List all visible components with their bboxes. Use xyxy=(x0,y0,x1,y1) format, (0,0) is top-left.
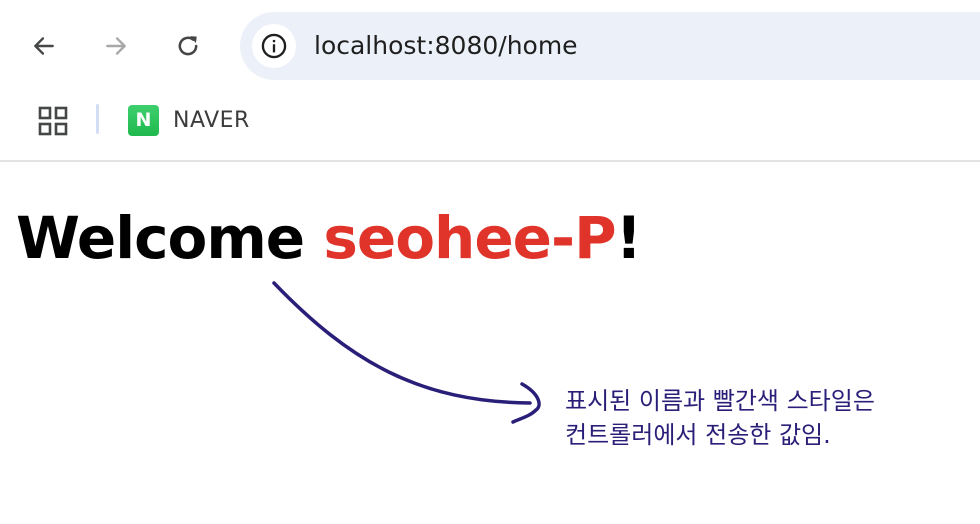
browser-toolbar: localhost:8080/home N NAVER xyxy=(0,0,980,162)
reload-button[interactable] xyxy=(168,26,208,66)
annotation-arrow xyxy=(272,281,541,424)
bookmarks-divider xyxy=(96,104,99,134)
annotation-line-1: 표시된 이름과 빨간색 스타일은 xyxy=(565,387,875,415)
page-content: Welcome seohee-P! 표시된 이름과 빨간색 스타일은 컨트롤러에… xyxy=(0,162,980,524)
site-info-button[interactable] xyxy=(252,24,296,68)
annotation-note: 표시된 이름과 빨간색 스타일은 컨트롤러에서 전송한 값임. xyxy=(565,384,965,452)
naver-n-icon: N xyxy=(128,104,159,136)
annotation-line-2: 컨트롤러에서 전송한 값임. xyxy=(565,421,831,449)
reload-icon xyxy=(178,36,198,56)
bookmark-label: NAVER xyxy=(173,107,250,133)
address-bar[interactable]: localhost:8080/home xyxy=(240,12,980,80)
back-button[interactable] xyxy=(24,26,64,66)
bookmark-naver[interactable]: N NAVER xyxy=(128,104,250,136)
info-icon xyxy=(261,33,287,59)
arrow-left-icon xyxy=(34,37,54,55)
url-text[interactable]: localhost:8080/home xyxy=(314,30,578,62)
arrow-right-icon xyxy=(106,37,126,55)
apps-grid-icon[interactable] xyxy=(38,106,68,136)
bookmarks-bar: N NAVER xyxy=(0,96,980,144)
forward-button[interactable] xyxy=(96,26,136,66)
